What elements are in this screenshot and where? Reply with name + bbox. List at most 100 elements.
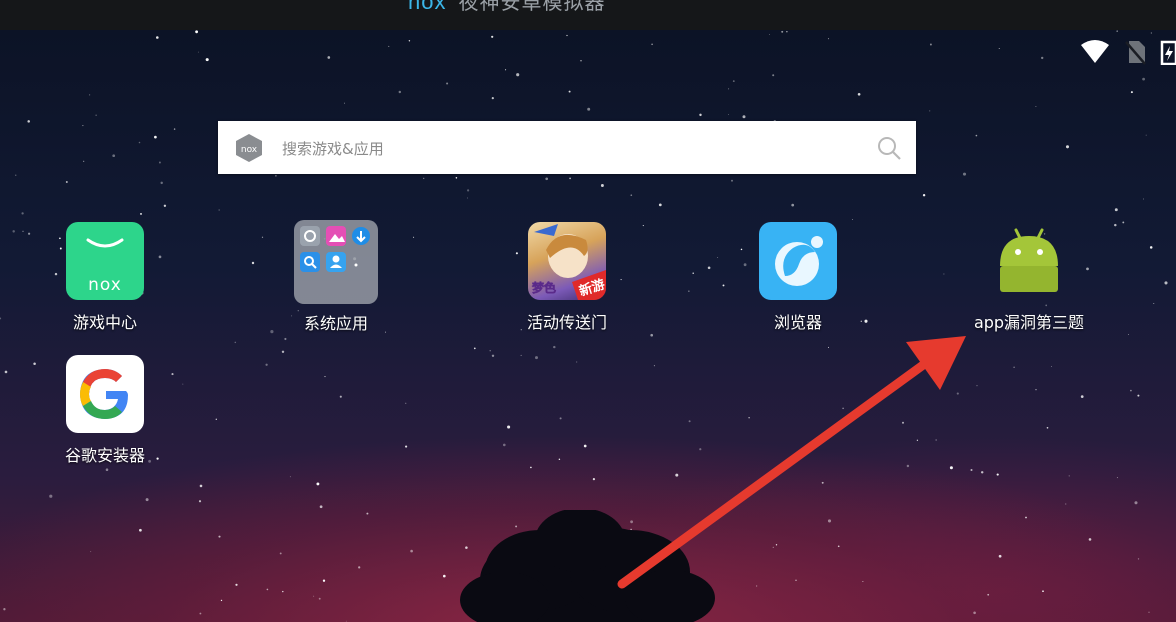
star bbox=[49, 494, 53, 498]
star bbox=[156, 36, 159, 39]
android-icon bbox=[990, 222, 1068, 300]
nox-logo-text: nox bbox=[241, 145, 258, 155]
star bbox=[987, 593, 990, 596]
star bbox=[852, 218, 853, 220]
star bbox=[929, 110, 931, 112]
window-title-bar: nox 夜神安卓模拟器 bbox=[0, 0, 1176, 30]
star bbox=[199, 612, 202, 615]
star bbox=[95, 114, 97, 116]
brand-logo-text: nox bbox=[408, 0, 447, 14]
search-bar[interactable]: nox bbox=[218, 121, 916, 174]
star bbox=[491, 35, 494, 38]
star bbox=[692, 272, 694, 274]
star bbox=[707, 266, 711, 270]
star bbox=[742, 115, 746, 119]
star bbox=[489, 350, 491, 352]
star bbox=[1142, 198, 1145, 200]
star bbox=[82, 125, 84, 127]
star bbox=[1153, 303, 1155, 304]
star bbox=[220, 599, 223, 602]
star bbox=[443, 574, 446, 578]
star bbox=[1035, 389, 1037, 391]
star bbox=[322, 579, 326, 582]
star bbox=[205, 58, 209, 62]
star bbox=[281, 350, 285, 354]
star bbox=[1150, 32, 1152, 34]
app-event-portal[interactable]: 新游 梦色 活动传送门 bbox=[492, 222, 642, 333]
star bbox=[1137, 394, 1140, 397]
nox-logo-icon: nox bbox=[236, 134, 262, 162]
star bbox=[973, 611, 976, 615]
star bbox=[198, 500, 202, 503]
app-system-apps-folder[interactable]: 系统应用 bbox=[261, 220, 411, 334]
star bbox=[22, 230, 24, 232]
star bbox=[1116, 30, 1118, 32]
star bbox=[12, 230, 15, 233]
star bbox=[199, 484, 203, 488]
star bbox=[0, 317, 2, 320]
star bbox=[467, 197, 468, 199]
svg-text:nox: nox bbox=[88, 275, 122, 295]
star bbox=[1114, 208, 1118, 212]
event-portal-icon: 新游 梦色 bbox=[528, 222, 606, 300]
star bbox=[65, 181, 68, 183]
star bbox=[786, 31, 788, 33]
star bbox=[583, 444, 587, 448]
star bbox=[145, 498, 149, 502]
star bbox=[343, 102, 346, 104]
star bbox=[929, 43, 932, 46]
star bbox=[553, 345, 556, 349]
app-vulnerability-challenge[interactable]: app漏洞第三题 bbox=[954, 222, 1104, 333]
star bbox=[251, 261, 255, 265]
star bbox=[772, 74, 775, 77]
annotation-arrow bbox=[617, 336, 966, 589]
star bbox=[732, 80, 735, 82]
star bbox=[112, 154, 116, 158]
star bbox=[140, 212, 142, 215]
star bbox=[962, 172, 967, 176]
star bbox=[491, 354, 495, 358]
battery-charging-icon bbox=[1160, 40, 1176, 65]
star bbox=[1122, 221, 1125, 224]
star bbox=[405, 445, 408, 448]
app-google-installer[interactable]: 谷歌安装器 bbox=[30, 355, 180, 466]
star bbox=[699, 113, 702, 117]
star bbox=[857, 92, 861, 96]
star bbox=[138, 141, 141, 144]
star bbox=[975, 134, 978, 137]
star bbox=[728, 88, 730, 90]
star bbox=[21, 212, 24, 215]
search-icon[interactable] bbox=[876, 135, 902, 161]
star bbox=[580, 60, 582, 62]
star bbox=[90, 551, 92, 553]
star bbox=[781, 30, 784, 33]
star bbox=[313, 595, 315, 597]
star bbox=[279, 552, 282, 555]
star bbox=[658, 203, 662, 207]
app-browser[interactable]: 浏览器 bbox=[723, 222, 873, 333]
star bbox=[282, 590, 284, 593]
wifi-icon bbox=[1081, 40, 1109, 63]
star bbox=[1041, 56, 1044, 60]
star bbox=[15, 174, 17, 176]
star bbox=[1065, 145, 1070, 149]
star bbox=[388, 45, 390, 47]
star bbox=[559, 417, 562, 420]
star bbox=[345, 620, 347, 622]
star bbox=[405, 402, 407, 404]
star bbox=[284, 337, 287, 341]
star bbox=[218, 209, 220, 211]
star bbox=[507, 425, 511, 429]
star bbox=[398, 90, 402, 94]
app-game-center[interactable]: nox 游戏中心 bbox=[30, 222, 180, 333]
search-input[interactable] bbox=[280, 131, 844, 166]
star bbox=[88, 94, 91, 96]
star bbox=[327, 56, 331, 59]
star bbox=[651, 43, 653, 46]
browser-icon bbox=[759, 222, 837, 300]
star bbox=[316, 482, 320, 486]
star bbox=[218, 535, 221, 538]
star bbox=[535, 356, 538, 360]
star bbox=[182, 383, 184, 385]
star bbox=[83, 160, 85, 162]
